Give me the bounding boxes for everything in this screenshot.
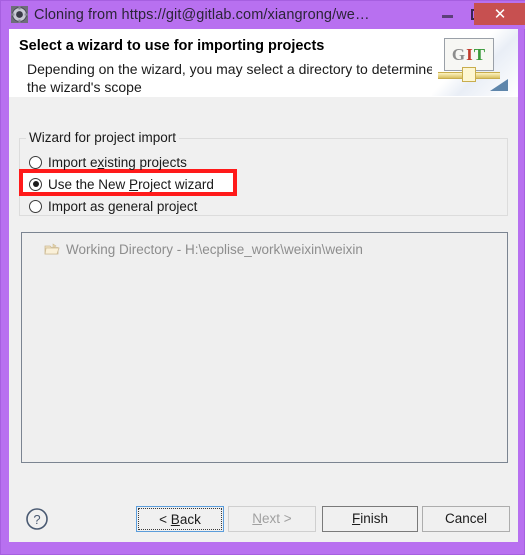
radio-use-new-project-wizard[interactable]: Use the New Project wizard [29,173,214,195]
git-knob [462,67,476,82]
wizard-header: Select a wizard to use for importing pro… [9,29,518,98]
git-letter-t: T [473,45,487,64]
radio-mark [29,155,42,169]
git-triangle-icon [490,79,508,91]
back-button-label: < Back [138,508,222,530]
window-title: Cloning from https://git@gitlab.com/xian… [34,7,370,23]
working-directory-tree-panel[interactable]: Working Directory - H:\ecplise_work\weix… [21,232,508,463]
gear-icon [11,6,28,23]
tree-item-label: Working Directory - H:\ecplise_work\weix… [66,241,363,257]
group-title: Wizard for project import [26,130,180,145]
page-title: Select a wizard to use for importing pro… [19,38,325,54]
next-button: Next > [228,506,316,532]
tree-item-working-directory[interactable]: Working Directory - H:\ecplise_work\weix… [44,240,363,258]
title-bar[interactable]: Cloning from https://git@gitlab.com/xian… [1,1,525,29]
svg-text:?: ? [33,512,40,527]
radio-import-existing-projects[interactable]: Import existing projects [29,151,187,173]
git-letter-g: G [451,45,467,64]
dialog-window: Cloning from https://git@gitlab.com/xian… [0,0,525,555]
minimize-icon [442,15,453,18]
page-description: Depending on the wizard, you may select … [27,61,434,95]
radio-label: Import as general project [48,198,198,214]
folder-directory-icon [44,243,60,255]
wizard-dialog: Select a wizard to use for importing pro… [9,29,518,542]
radio-import-as-general-project[interactable]: Import as general project [29,195,197,217]
radio-mark-selected [29,177,42,191]
radio-mark [29,199,42,213]
git-letters: GIT [445,39,493,70]
git-letter-i: I [466,45,474,64]
help-icon[interactable]: ? [25,507,49,531]
close-button[interactable]: ✕ [474,3,525,25]
back-button[interactable]: < Back [136,506,224,532]
wizard-content: Wizard for project import Import existin… [9,97,518,497]
git-banner-icon: GIT [432,29,518,96]
cancel-button[interactable]: Cancel [422,506,510,532]
finish-button[interactable]: Finish [322,506,418,532]
minimize-button[interactable] [433,1,463,29]
dialog-button-bar: ? < Back Next > Finish Cancel [9,497,518,542]
close-icon: ✕ [493,5,507,23]
radio-label: Use the New Project wizard [48,176,214,192]
radio-label: Import existing projects [48,154,187,170]
